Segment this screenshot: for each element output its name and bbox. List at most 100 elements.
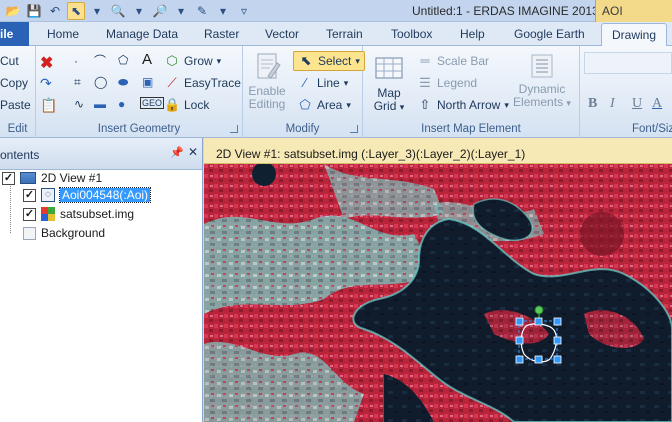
zoom-in-icon[interactable]: 🔍 (109, 2, 127, 20)
checkbox-raster-layer[interactable]: ✓ (23, 207, 36, 221)
select-button[interactable]: ⬉ Select ▾ (293, 51, 365, 71)
tab-google-earth[interactable]: Google Earth (514, 27, 585, 41)
window-title: Untitled:1 - ERDAS IMAGINE 2013 (412, 4, 599, 18)
easytrace-button[interactable]: ⟋ EasyTrace (164, 75, 240, 91)
tree-label-background: Background (41, 226, 106, 240)
dynamic-elements-label-2: Elements ▾ (511, 96, 573, 110)
rotate-handle-icon[interactable] (534, 305, 544, 315)
redo-icon[interactable]: ↷ (40, 75, 52, 92)
font-color-button[interactable]: A (652, 96, 662, 112)
point-tool-icon[interactable]: · (74, 54, 78, 68)
group-label-insert-geometry: Insert Geometry (97, 123, 181, 135)
paste-button[interactable]: Paste (0, 98, 31, 112)
dropdown-arrow-icon[interactable]: ▾ (172, 2, 190, 20)
contents-panel: ontents 📌 ✕ ✓ 2D View #1 ✓ ◌ Aoi004548(:… (0, 138, 203, 422)
dropdown-arrow-icon[interactable]: ▾ (88, 2, 106, 20)
tab-manage-data[interactable]: Manage Data (106, 27, 178, 41)
ellipse-fill-icon[interactable]: ⬬ (118, 75, 128, 90)
tab-vector[interactable]: Vector (265, 27, 299, 41)
customize-toolbar-icon[interactable]: ▿ (235, 2, 253, 20)
area-label: Area (317, 98, 343, 112)
save-icon[interactable]: 💾 (25, 2, 43, 20)
bold-button[interactable]: B (588, 96, 597, 112)
tree-label-2d-view: 2D View #1 (41, 171, 103, 185)
font-family-field[interactable] (584, 52, 672, 74)
map-grid-button[interactable]: Map Grid ▾ (369, 54, 409, 114)
map-grid-icon (374, 54, 404, 84)
grid-tool-icon[interactable]: ⌗ (74, 75, 81, 90)
dialog-launcher-icon[interactable] (350, 125, 358, 133)
tab-toolbox[interactable]: Toolbox (391, 27, 432, 41)
north-arrow-button[interactable]: ⇧ North Arrow ▾ (417, 97, 509, 113)
legend-button[interactable]: ☰ Legend (417, 75, 477, 91)
italic-button[interactable]: I (610, 96, 615, 112)
north-arrow-icon: ⇧ (419, 97, 431, 112)
dropdown-arrow-icon[interactable]: ▾ (214, 2, 232, 20)
group-modify: Enable Editing ⬉ Select ▾ ∕ Line ▾ ⬠ Are… (243, 46, 365, 138)
chevron-down-icon: ▾ (355, 55, 360, 66)
tree-item-2d-view[interactable]: ✓ 2D View #1 (2, 169, 102, 187)
ellipse-outline-icon[interactable]: ◯ (94, 75, 107, 89)
tree-item-background[interactable]: Background (23, 224, 105, 242)
polyline-tool-icon[interactable]: ∿ (74, 97, 84, 111)
chevron-down-icon: ▾ (566, 98, 571, 108)
checkbox-aoi-layer[interactable]: ✓ (23, 188, 36, 202)
dialog-launcher-icon[interactable] (230, 125, 238, 133)
eraser-icon[interactable]: ✎ (193, 2, 211, 20)
resize-handle[interactable] (534, 355, 543, 364)
circle-tool-icon[interactable]: ● (118, 97, 125, 111)
group-font: B I U A Font/Siz (580, 46, 672, 138)
lock-button[interactable]: 🔒 Lock (164, 97, 209, 113)
enable-editing-label-2: Editing (248, 97, 286, 111)
tab-raster[interactable]: Raster (204, 27, 239, 41)
scale-bar-button[interactable]: ═ Scale Bar (417, 53, 489, 69)
dropdown-arrow-icon[interactable]: ▾ (130, 2, 148, 20)
area-button[interactable]: ⬠ Area ▾ (297, 97, 351, 113)
map-grid-label-2: Grid ▾ (369, 100, 409, 114)
legend-icon: ☰ (419, 75, 431, 90)
tab-file[interactable]: ile (0, 22, 29, 46)
tab-terrain[interactable]: Terrain (326, 27, 363, 41)
close-icon[interactable]: ✕ (188, 145, 198, 159)
grow-button[interactable]: ⬡ Grow ▾ (164, 53, 221, 69)
tree-item-aoi-layer[interactable]: ✓ ◌ Aoi004548(:Aoi) (23, 186, 152, 204)
line-button[interactable]: ∕ Line ▾ (297, 75, 348, 91)
resize-handle[interactable] (534, 317, 543, 326)
text-tool-icon[interactable]: A (142, 51, 152, 68)
geo-tool-icon[interactable]: GEO (140, 97, 165, 109)
tab-home[interactable]: Home (47, 27, 79, 41)
underline-button[interactable]: U (632, 96, 642, 112)
resize-handle[interactable] (553, 317, 562, 326)
copy-button[interactable]: Copy (0, 76, 28, 90)
area-icon: ⬠ (299, 97, 311, 112)
tree-item-raster-layer[interactable]: ✓ satsubset.img (23, 205, 134, 223)
resize-handle[interactable] (553, 355, 562, 364)
line-icon: ∕ (303, 75, 307, 90)
image-tool-icon[interactable]: ▣ (142, 75, 153, 89)
zoom-out-icon[interactable]: 🔎 (151, 2, 169, 20)
cut-button[interactable]: Cut (0, 54, 19, 68)
clipboard-icon[interactable]: 📋 (40, 97, 57, 114)
tab-help[interactable]: Help (460, 27, 485, 41)
undo-icon[interactable]: ↶ (46, 2, 64, 20)
scale-bar-label: Scale Bar (437, 54, 490, 68)
resize-handle[interactable] (515, 355, 524, 364)
select-pointer-icon[interactable]: ⬉ (67, 2, 85, 20)
resize-handle[interactable] (553, 336, 562, 345)
rectangle-tool-icon[interactable]: ▬ (94, 97, 106, 111)
tree-label-raster-layer: satsubset.img (60, 207, 135, 221)
pin-icon[interactable]: 📌 (170, 146, 184, 159)
map-viewport[interactable] (204, 164, 672, 422)
checkbox-2d-view[interactable]: ✓ (2, 171, 15, 185)
tab-drawing[interactable]: Drawing (601, 23, 668, 47)
enable-editing-button[interactable]: Enable Editing (245, 52, 289, 111)
delete-icon[interactable]: ✖ (40, 53, 53, 73)
arc-tool-icon[interactable]: ⌒ (94, 52, 106, 69)
chevron-down-icon: ▾ (343, 77, 349, 88)
resize-handle[interactable] (515, 336, 524, 345)
edit-document-icon (252, 52, 282, 82)
open-folder-icon[interactable]: 📂 (4, 2, 22, 20)
resize-handle[interactable] (515, 317, 524, 326)
dynamic-elements-button[interactable]: Dynamic Elements ▾ (511, 54, 573, 110)
polygon-tool-icon[interactable]: ⬠ (118, 53, 128, 67)
